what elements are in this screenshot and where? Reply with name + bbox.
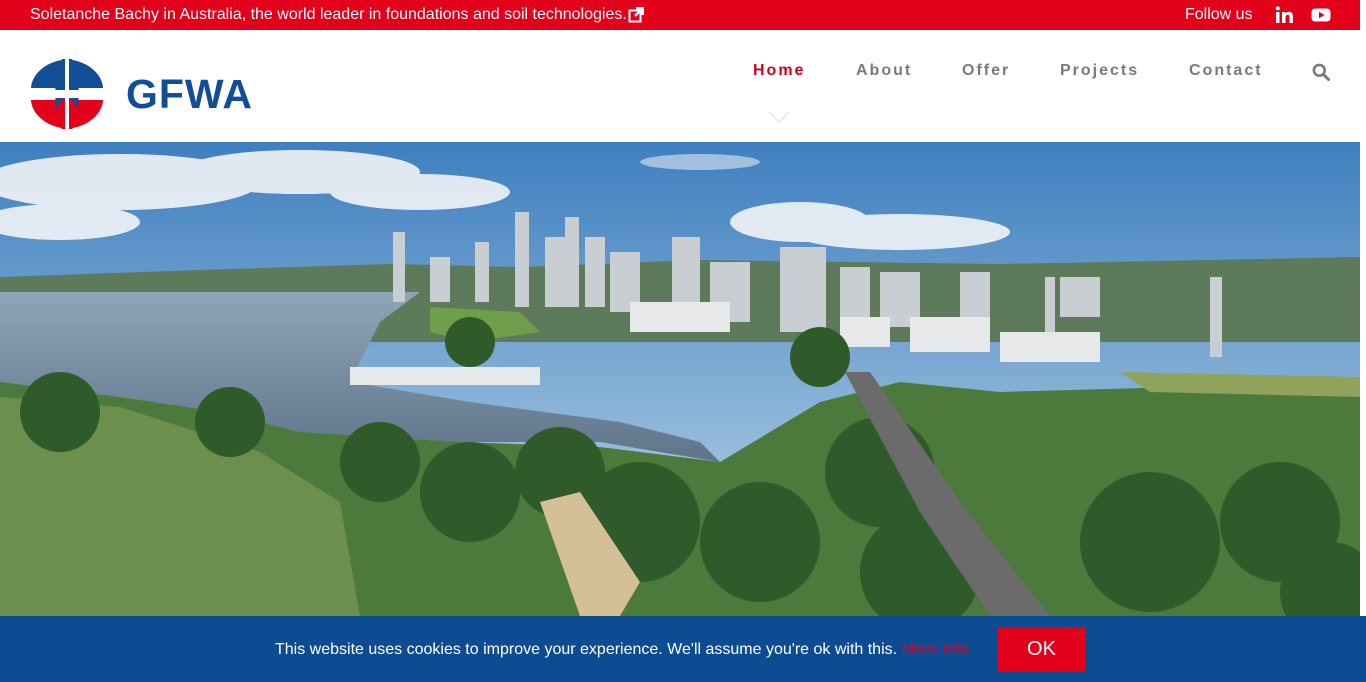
nav-about[interactable]: About (856, 62, 912, 80)
external-link-icon (628, 7, 644, 23)
youtube-icon[interactable] (1311, 5, 1331, 25)
search-icon[interactable] (1312, 63, 1330, 81)
hero-banner-image (0, 142, 1360, 616)
cookie-ok-button[interactable]: OK (998, 627, 1085, 672)
nav-contact[interactable]: Contact (1189, 62, 1263, 80)
top-announcement-bar: Soletanche Bachy in Australia, the world… (0, 0, 1360, 30)
nav-projects[interactable]: Projects (1060, 62, 1139, 80)
active-nav-caret-icon (768, 111, 790, 123)
announcement-text: Soletanche Bachy in Australia, the world… (30, 6, 627, 23)
cookie-message: This website uses cookies to improve you… (275, 641, 968, 659)
linkedin-icon[interactable] (1274, 5, 1294, 25)
main-navigation: Home About Offer Projects Contact (0, 62, 1360, 82)
cookie-consent-bar: This website uses cookies to improve you… (0, 616, 1366, 682)
more-info-link[interactable]: More info (902, 641, 969, 658)
nav-home[interactable]: Home (753, 62, 805, 80)
site-header: GFWA Home About Offer Projects Contact (0, 30, 1360, 142)
nav-offer[interactable]: Offer (962, 62, 1010, 80)
follow-us-label: Follow us (1185, 6, 1253, 23)
cookie-text: This website uses cookies to improve you… (275, 641, 898, 658)
announcement-link[interactable]: Soletanche Bachy in Australia, the world… (30, 6, 644, 24)
